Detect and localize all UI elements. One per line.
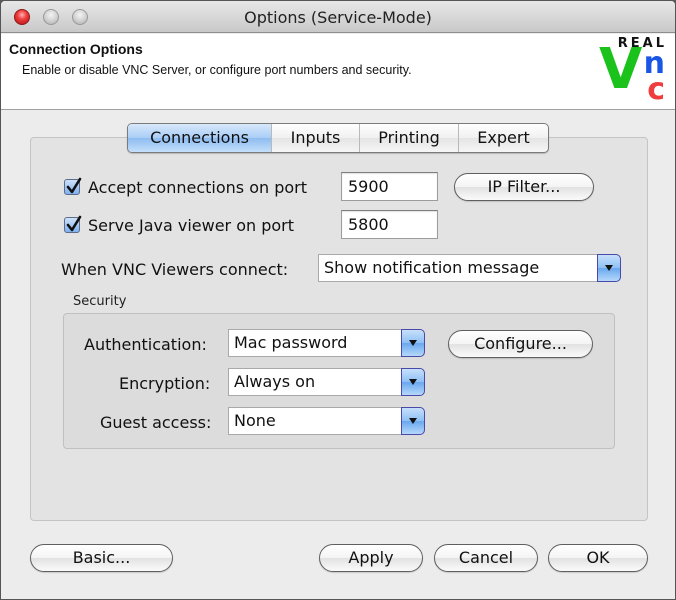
chevron-down-icon[interactable] <box>401 407 425 435</box>
configure-button[interactable]: Configure... <box>448 330 593 358</box>
ok-button[interactable]: OK <box>548 544 648 572</box>
tab-inputs[interactable]: Inputs <box>271 124 359 152</box>
basic-button[interactable]: Basic... <box>30 544 173 572</box>
apply-button[interactable]: Apply <box>319 544 423 572</box>
tab-printing[interactable]: Printing <box>359 124 458 152</box>
cancel-button[interactable]: Cancel <box>434 544 538 572</box>
tab-expert[interactable]: Expert <box>458 124 548 152</box>
serve-java-label: Serve Java viewer on port <box>88 216 295 235</box>
encryption-label: Encryption: <box>119 374 211 393</box>
chevron-down-icon[interactable] <box>597 254 621 282</box>
security-group-label: Security <box>73 294 127 309</box>
logo-c-letter: c <box>647 72 665 107</box>
ip-filter-button[interactable]: IP Filter... <box>454 173 594 201</box>
authentication-label: Authentication: <box>84 335 207 354</box>
accept-connections-label: Accept connections on port <box>88 178 308 197</box>
guest-access-label: Guest access: <box>100 413 212 432</box>
header-subtitle: Enable or disable VNC Server, or configu… <box>22 63 412 77</box>
options-window: Options (Service-Mode) Connection Option… <box>0 0 676 600</box>
checkmark-icon <box>66 177 82 194</box>
tab-bar: Connections Inputs Printing Expert <box>127 123 549 153</box>
header-title: Connection Options <box>9 41 143 57</box>
serve-java-checkbox[interactable] <box>64 215 82 233</box>
accept-port-input[interactable]: 5900 <box>341 172 438 201</box>
java-port-input[interactable]: 5800 <box>341 210 438 239</box>
title-bar[interactable]: Options (Service-Mode) <box>1 1 675 33</box>
chevron-down-icon[interactable] <box>401 329 425 357</box>
chevron-down-icon[interactable] <box>401 368 425 396</box>
when-connect-label: When VNC Viewers connect: <box>61 260 289 279</box>
authentication-select[interactable]: Mac password <box>228 329 403 357</box>
realvnc-logo: REAL V n c <box>595 36 669 108</box>
guest-access-select[interactable]: None <box>228 407 403 435</box>
window-title: Options (Service-Mode) <box>244 8 432 27</box>
tab-connections[interactable]: Connections <box>128 124 271 152</box>
encryption-select[interactable]: Always on <box>228 368 403 396</box>
logo-v-letter: V <box>599 37 643 102</box>
when-connect-select[interactable]: Show notification message <box>318 254 598 282</box>
header-banner: Connection Options Enable or disable VNC… <box>1 34 675 110</box>
accept-connections-checkbox[interactable] <box>64 177 82 195</box>
checkmark-icon <box>66 215 82 232</box>
